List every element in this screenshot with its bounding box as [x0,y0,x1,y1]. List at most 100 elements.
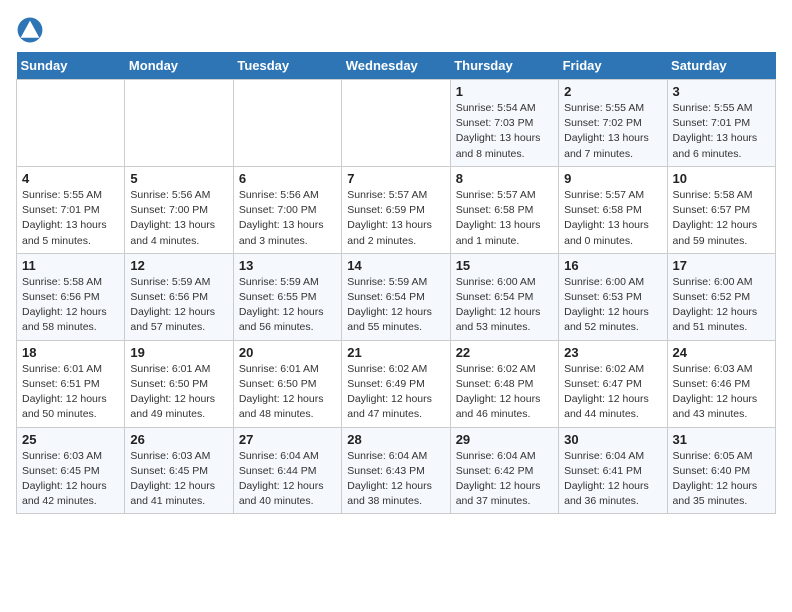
day-number: 13 [239,258,336,273]
day-number: 12 [130,258,227,273]
calendar-cell: 26Sunrise: 6:03 AM Sunset: 6:45 PM Dayli… [125,427,233,514]
calendar-cell: 17 Sunrise: 6:00 AM Sunset: 6:52 PM Dayli… [667,253,775,340]
day-number: 6 [239,171,336,186]
calendar-cell [125,80,233,167]
calendar-cell: 10Sunrise: 5:58 AM Sunset: 6:57 PM Dayli… [667,166,775,253]
cell-info: Sunrise: 5:59 AM Sunset: 6:55 PM Dayligh… [239,275,336,336]
calendar-cell [342,80,450,167]
cell-info: Sunrise: 6:01 AM Sunset: 6:50 PM Dayligh… [130,362,227,423]
day-number: 30 [564,432,661,447]
calendar-cell: 12 Sunrise: 5:59 AM Sunset: 6:56 PM Dayli… [125,253,233,340]
page-header [16,16,776,44]
logo [16,16,48,44]
cell-info: Sunrise: 5:58 AM Sunset: 6:57 PM Dayligh… [673,188,770,249]
cell-info: Sunrise: 5:56 AM Sunset: 7:00 PM Dayligh… [130,188,227,249]
calendar-body: 1Sunrise: 5:54 AM Sunset: 7:03 PM Daylig… [17,80,776,514]
day-number: 14 [347,258,444,273]
day-number: 4 [22,171,119,186]
cell-info: Sunrise: 6:01 AM Sunset: 6:51 PM Dayligh… [22,362,119,423]
day-header-thursday: Thursday [450,52,558,80]
day-number: 20 [239,345,336,360]
calendar-cell: 15 Sunrise: 6:00 AM Sunset: 6:54 PM Dayli… [450,253,558,340]
day-header-tuesday: Tuesday [233,52,341,80]
day-number: 9 [564,171,661,186]
cell-info: Sunrise: 6:00 AM Sunset: 6:52 PM Dayligh… [673,275,770,336]
calendar-cell: 3Sunrise: 5:55 AM Sunset: 7:01 PM Daylig… [667,80,775,167]
calendar-cell: 1Sunrise: 5:54 AM Sunset: 7:03 PM Daylig… [450,80,558,167]
calendar-cell: 4Sunrise: 5:55 AM Sunset: 7:01 PM Daylig… [17,166,125,253]
cell-info: Sunrise: 5:59 AM Sunset: 6:54 PM Dayligh… [347,275,444,336]
cell-info: Sunrise: 6:01 AM Sunset: 6:50 PM Dayligh… [239,362,336,423]
calendar-cell: 8 Sunrise: 5:57 AM Sunset: 6:58 PM Daylig… [450,166,558,253]
cell-info: Sunrise: 6:03 AM Sunset: 6:46 PM Dayligh… [673,362,770,423]
calendar-cell: 2 Sunrise: 5:55 AM Sunset: 7:02 PM Daylig… [559,80,667,167]
day-number: 19 [130,345,227,360]
day-number: 25 [22,432,119,447]
cell-info: Sunrise: 6:04 AM Sunset: 6:41 PM Dayligh… [564,449,661,510]
days-of-week-row: SundayMondayTuesdayWednesdayThursdayFrid… [17,52,776,80]
day-number: 2 [564,84,661,99]
day-header-friday: Friday [559,52,667,80]
calendar-cell: 6 Sunrise: 5:56 AM Sunset: 7:00 PM Daylig… [233,166,341,253]
day-number: 3 [673,84,770,99]
day-number: 17 [673,258,770,273]
calendar-cell: 27 Sunrise: 6:04 AM Sunset: 6:44 PM Dayli… [233,427,341,514]
calendar-cell: 23Sunrise: 6:02 AM Sunset: 6:47 PM Dayli… [559,340,667,427]
cell-info: Sunrise: 6:00 AM Sunset: 6:54 PM Dayligh… [456,275,553,336]
day-number: 15 [456,258,553,273]
cell-info: Sunrise: 5:57 AM Sunset: 6:59 PM Dayligh… [347,188,444,249]
calendar-cell [17,80,125,167]
calendar-header: SundayMondayTuesdayWednesdayThursdayFrid… [17,52,776,80]
day-number: 29 [456,432,553,447]
cell-info: Sunrise: 6:05 AM Sunset: 6:40 PM Dayligh… [673,449,770,510]
calendar-cell: 13 Sunrise: 5:59 AM Sunset: 6:55 PM Dayli… [233,253,341,340]
calendar-cell: 29 Sunrise: 6:04 AM Sunset: 6:42 PM Dayli… [450,427,558,514]
cell-info: Sunrise: 5:58 AM Sunset: 6:56 PM Dayligh… [22,275,119,336]
calendar-cell [233,80,341,167]
calendar-cell: 18 Sunrise: 6:01 AM Sunset: 6:51 PM Dayli… [17,340,125,427]
calendar-cell: 19 Sunrise: 6:01 AM Sunset: 6:50 PM Dayli… [125,340,233,427]
logo-icon [16,16,44,44]
cell-info: Sunrise: 5:55 AM Sunset: 7:02 PM Dayligh… [564,101,661,162]
calendar-table: SundayMondayTuesdayWednesdayThursdayFrid… [16,52,776,514]
day-header-monday: Monday [125,52,233,80]
cell-info: Sunrise: 6:03 AM Sunset: 6:45 PM Dayligh… [22,449,119,510]
cell-info: Sunrise: 6:04 AM Sunset: 6:43 PM Dayligh… [347,449,444,510]
day-number: 18 [22,345,119,360]
day-number: 11 [22,258,119,273]
calendar-cell: 9 Sunrise: 5:57 AM Sunset: 6:58 PM Daylig… [559,166,667,253]
day-number: 8 [456,171,553,186]
calendar-cell: 21Sunrise: 6:02 AM Sunset: 6:49 PM Dayli… [342,340,450,427]
calendar-cell: 7 Sunrise: 5:57 AM Sunset: 6:59 PM Daylig… [342,166,450,253]
calendar-cell: 31Sunrise: 6:05 AM Sunset: 6:40 PM Dayli… [667,427,775,514]
cell-info: Sunrise: 6:04 AM Sunset: 6:42 PM Dayligh… [456,449,553,510]
day-number: 22 [456,345,553,360]
day-header-wednesday: Wednesday [342,52,450,80]
cell-info: Sunrise: 6:03 AM Sunset: 6:45 PM Dayligh… [130,449,227,510]
calendar-week-2: 4Sunrise: 5:55 AM Sunset: 7:01 PM Daylig… [17,166,776,253]
cell-info: Sunrise: 5:59 AM Sunset: 6:56 PM Dayligh… [130,275,227,336]
calendar-week-3: 11 Sunrise: 5:58 AM Sunset: 6:56 PM Dayli… [17,253,776,340]
calendar-cell: 25 Sunrise: 6:03 AM Sunset: 6:45 PM Dayli… [17,427,125,514]
day-number: 24 [673,345,770,360]
day-number: 5 [130,171,227,186]
cell-info: Sunrise: 5:56 AM Sunset: 7:00 PM Dayligh… [239,188,336,249]
day-header-sunday: Sunday [17,52,125,80]
day-number: 27 [239,432,336,447]
cell-info: Sunrise: 5:57 AM Sunset: 6:58 PM Dayligh… [456,188,553,249]
cell-info: Sunrise: 5:57 AM Sunset: 6:58 PM Dayligh… [564,188,661,249]
calendar-cell: 20 Sunrise: 6:01 AM Sunset: 6:50 PM Dayli… [233,340,341,427]
day-number: 16 [564,258,661,273]
calendar-cell: 11 Sunrise: 5:58 AM Sunset: 6:56 PM Dayli… [17,253,125,340]
calendar-week-5: 25 Sunrise: 6:03 AM Sunset: 6:45 PM Dayli… [17,427,776,514]
cell-info: Sunrise: 6:04 AM Sunset: 6:44 PM Dayligh… [239,449,336,510]
calendar-cell: 5 Sunrise: 5:56 AM Sunset: 7:00 PM Daylig… [125,166,233,253]
calendar-week-1: 1Sunrise: 5:54 AM Sunset: 7:03 PM Daylig… [17,80,776,167]
cell-info: Sunrise: 6:02 AM Sunset: 6:47 PM Dayligh… [564,362,661,423]
day-number: 1 [456,84,553,99]
cell-info: Sunrise: 6:00 AM Sunset: 6:53 PM Dayligh… [564,275,661,336]
calendar-cell: 30 Sunrise: 6:04 AM Sunset: 6:41 PM Dayli… [559,427,667,514]
cell-info: Sunrise: 6:02 AM Sunset: 6:48 PM Dayligh… [456,362,553,423]
day-number: 7 [347,171,444,186]
calendar-cell: 28Sunrise: 6:04 AM Sunset: 6:43 PM Dayli… [342,427,450,514]
